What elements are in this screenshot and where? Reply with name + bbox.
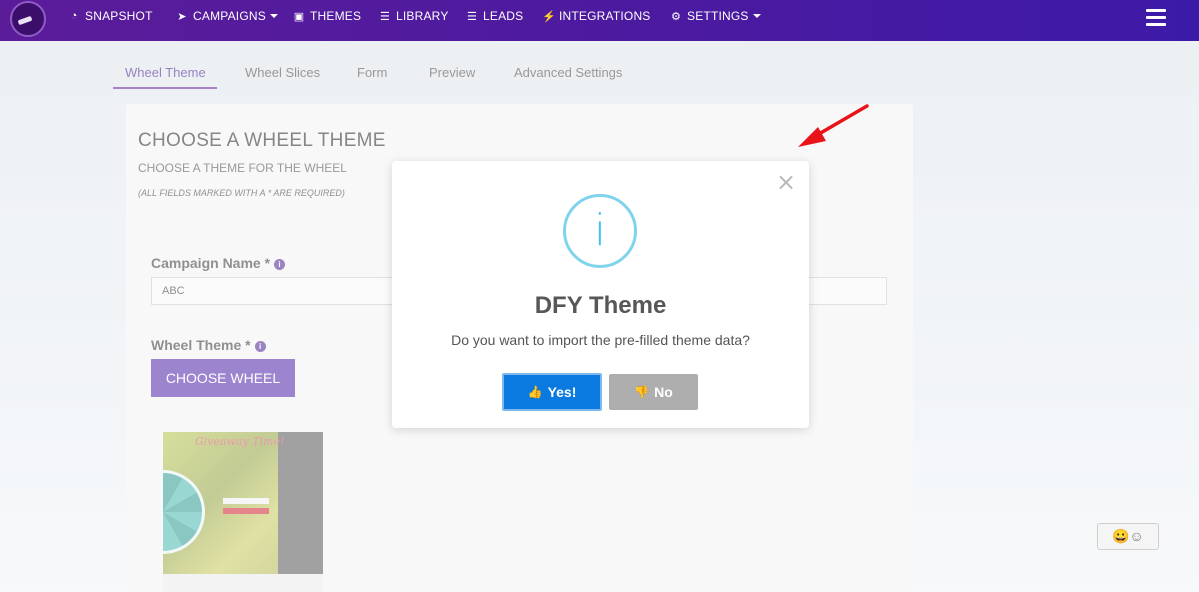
paper-plane-icon: ➤ [177,10,187,23]
nav-library-label: LIBRARY [396,9,449,23]
caret-down-icon [752,14,761,18]
nav-integrations[interactable]: ⚡ INTEGRATIONS [542,9,651,23]
yes-button-label: Yes! [547,384,577,400]
nav-leads[interactable]: ☰ LEADS [466,9,523,23]
list-icon: ☰ [466,10,478,23]
nav-settings[interactable]: ⚙ SETTINGS [670,9,761,23]
app-logo[interactable] [10,1,46,37]
nav-settings-label: SETTINGS [687,9,749,23]
dialog-message: Do you want to import the pre-filled the… [451,332,750,348]
info-circle-icon: i [563,194,637,268]
emoji-icon: 😀☺ [1112,528,1144,544]
no-button[interactable]: 👎 No [609,374,698,410]
nav-snapshot[interactable]: ◔ SNAPSHOT [68,9,153,23]
nav-themes-label: THEMES [310,9,362,23]
nav-snapshot-label: SNAPSHOT [85,9,153,23]
nav-themes[interactable]: ▣ THEMES [293,9,361,23]
plug-icon: ⚡ [542,10,556,23]
emoji-widget-button[interactable]: 😀☺ [1097,523,1159,550]
nav-leads-label: LEADS [483,9,524,23]
hamburger-menu-icon[interactable] [1146,9,1166,26]
annotation-arrow [798,104,869,147]
image-icon: ▣ [293,10,305,23]
nav-campaigns[interactable]: ➤ CAMPAIGNS [176,9,278,23]
caret-down-icon [269,14,278,18]
nav-campaigns-label: CAMPAIGNS [193,9,266,23]
list-icon: ☰ [379,10,391,23]
yes-button[interactable]: 👍 Yes! [502,373,602,411]
thumbs-down-icon: 👎 [634,385,650,399]
close-icon[interactable]: × [776,170,796,194]
dashboard-icon: ◔ [70,10,78,22]
gears-icon: ⚙ [670,10,682,23]
top-navbar: ◔ SNAPSHOT ➤ CAMPAIGNS ▣ THEMES ☰ LIBRAR… [0,0,1199,41]
no-button-label: No [654,384,673,400]
nav-integrations-label: INTEGRATIONS [559,9,651,23]
thumbs-up-icon: 👍 [527,385,543,399]
dialog-title: DFY Theme [534,292,667,319]
nav-library[interactable]: ☰ LIBRARY [379,9,449,23]
info-glyph: i [593,205,607,256]
